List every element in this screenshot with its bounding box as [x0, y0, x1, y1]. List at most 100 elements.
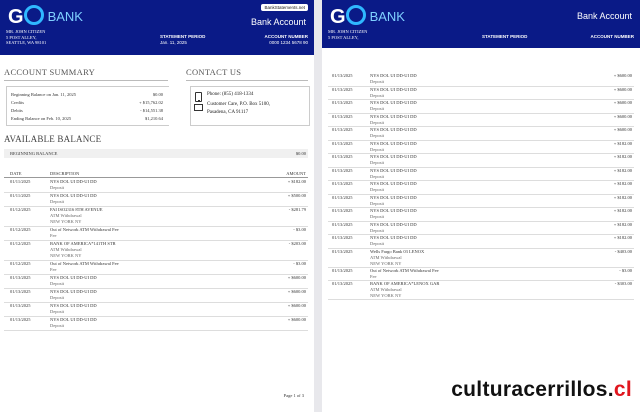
txn-description: NYS DOL UI DD-UI DD Deposit — [370, 113, 417, 125]
phone-icon — [195, 92, 202, 102]
txn-description: NYS DOL UI DD-UI DD Deposit — [50, 179, 97, 191]
contact-city: Pasadena, CA 91117 — [207, 110, 249, 115]
site-badge[interactable]: BankStatements.net — [261, 4, 308, 11]
page-gutter — [314, 0, 322, 412]
summary-row: Ending Balance on Feb. 10, 2025 $1,210.64 — [11, 116, 163, 121]
txn-date: 01/13/2025 — [332, 181, 353, 186]
txn-amount: - $403.00 — [614, 248, 632, 254]
txn-description: NYS DOL UI DD-UI DD Deposit — [50, 289, 97, 301]
txn-date: 01/13/2025 — [332, 248, 353, 254]
bank-header: G BANK Bank Account MR. JOHN CITIZEN 5 PO… — [322, 0, 640, 48]
txn-description: NYS DOL UI DD-UI DD Deposit — [370, 208, 417, 220]
txn-description: Out of Network ATM Withdrawal Fee Fee — [370, 267, 439, 279]
txn-date: 01/13/2025 — [10, 317, 31, 322]
txn-amount: + $600.00 — [287, 317, 306, 322]
col-description: DESCRIPTION — [50, 171, 80, 176]
table-row: 01/11/2025 NYS DOL UI DD-UI DD Deposit + $5… — [4, 193, 308, 207]
txn-date: 01/13/2025 — [332, 281, 353, 286]
txn-description: BANK OF AMERICA*LENOX GAR ATM Withdrawal N… — [370, 281, 440, 299]
table-row: 01/13/2025 NYS DOL UI DD-UI DD Deposit + $6… — [328, 113, 634, 127]
page-number: Page 1 of 3 — [283, 393, 304, 398]
watermark: culturacerrillos.cl — [451, 378, 632, 401]
txn-date: 01/13/2025 — [332, 73, 353, 78]
txn-amount: - $281.79 — [288, 207, 306, 212]
txn-amount: + $600.00 — [287, 275, 306, 280]
txn-date: 01/13/2025 — [332, 86, 353, 92]
txn-description: Wells Fargo Bank 03 LENOX ATM Withdrawal N… — [370, 248, 425, 266]
statement-page-1: G BANK BankStatements.net Bank Account MR… — [0, 0, 314, 412]
txn-amount: + $500.00 — [287, 193, 306, 198]
table-row: 01/13/2025 NYS DOL UI DD-UI DD Deposit + $6… — [4, 275, 308, 289]
txn-date: 01/13/2025 — [332, 235, 353, 240]
summary-row: Debits - $14,551.38 — [11, 108, 163, 113]
txn-amount: - $3.00 — [293, 261, 306, 266]
contact-care: Customer Care, P.O. Box 5100, — [207, 102, 271, 107]
customer-address: MR. JOHN CITIZEN 5 POST ALLEY, SEATTLE, … — [6, 29, 47, 45]
txn-description: NYS DOL UI DD-UI DD Deposit — [50, 317, 97, 329]
txn-date: 01/12/2025 — [10, 207, 31, 212]
doc-title: Bank Account — [576, 11, 632, 21]
contact-phone: Phone: (855) 418-1334 — [207, 92, 254, 97]
account-number: ACCOUNT NUMBER — [590, 34, 635, 39]
txn-amount: + $600.00 — [287, 303, 306, 308]
txn-description: Out of Network ATM Withdrawal Fee Fee — [50, 227, 119, 239]
txn-description: BANK OF AMERICA*141TH STR ATM Withdrawal N… — [50, 241, 116, 259]
table-row: 01/13/2025 NYS DOL UI DD-UI DD Deposit + $6… — [328, 86, 634, 100]
txn-date: 01/13/2025 — [10, 275, 31, 280]
contact-heading: CONTACT US — [186, 67, 242, 77]
beginning-balance-row: BEGINNING BALANCE $0.00 — [4, 149, 308, 158]
txn-description: NYS DOL UI DD-UI DD Deposit — [370, 127, 417, 139]
table-row: 01/13/2025 NYS DOL UI DD-UI DD Deposit + $1… — [328, 140, 634, 154]
table-row: 01/12/2025 Out of Network ATM Withdrawal … — [4, 227, 308, 241]
txn-amount: - $303.00 — [614, 281, 632, 286]
txn-amount: + $182.00 — [613, 221, 632, 227]
txn-description: Out of Network ATM Withdrawal Fee Fee — [50, 261, 119, 273]
table-row: 01/12/2025 FAI ISO2316 8TH AVENUE ATM With… — [4, 207, 308, 227]
table-row: 01/13/2025 NYS DOL UI DD-UI DD Deposit + $1… — [328, 235, 634, 249]
txn-amount: + $182.00 — [613, 235, 632, 240]
txn-amount: + $182.00 — [613, 167, 632, 173]
table-row: 01/13/2025 NYS DOL UI DD-UI DD Deposit + $1… — [328, 167, 634, 181]
txn-amount: - $3.00 — [619, 267, 632, 273]
statement-period: STATEMENT PERIOD — [482, 34, 528, 39]
txn-date: 01/12/2025 — [10, 261, 31, 266]
txn-date: 01/13/2025 — [10, 289, 31, 294]
txn-date: 01/13/2025 — [332, 154, 353, 159]
account-number: ACCOUNT NUMBER 0000 1234 5678 90 — [264, 34, 309, 45]
txn-description: FAI ISO2316 8TH AVENUE ATM Withdrawal NEW … — [50, 207, 103, 225]
available-balance-heading: AVAILABLE BALANCE — [4, 134, 102, 144]
table-row: 01/13/2025 NYS DOL UI DD-UI DD Deposit + $6… — [328, 73, 634, 87]
contact-rule — [186, 80, 308, 81]
txn-date: 01/13/2025 — [332, 100, 353, 105]
col-amount: AMOUNT — [286, 171, 306, 176]
txn-date: 01/13/2025 — [332, 127, 353, 132]
txn-description: NYS DOL UI DD-UI DD Deposit — [50, 275, 97, 287]
table-row: 01/12/2025 BANK OF AMERICA*141TH STR ATM W… — [4, 241, 308, 261]
txn-description: NYS DOL UI DD-UI DD Deposit — [370, 235, 417, 247]
txn-date: 01/13/2025 — [332, 221, 353, 227]
statement-period: STATEMENT PERIOD Jan. 11, 2025 — [160, 34, 206, 45]
txn-description: NYS DOL UI DD-UI DD Deposit — [370, 100, 417, 112]
txn-amount: + $182.00 — [287, 179, 306, 184]
contact-box: Phone: (855) 418-1334 Customer Care, P.O… — [190, 86, 310, 126]
txn-amount: + $600.00 — [287, 289, 306, 294]
txn-date: 01/13/2025 — [332, 194, 353, 200]
table-row: 01/13/2025 Out of Network ATM Withdrawal … — [328, 267, 634, 281]
summary-row: Credits + $15,762.02 — [11, 100, 163, 105]
bank-logo: G BANK — [330, 5, 405, 28]
txn-date: 01/13/2025 — [332, 267, 353, 273]
table-row: 01/13/2025 NYS DOL UI DD-UI DD Deposit + $1… — [328, 221, 634, 235]
bank-logo: G BANK — [8, 5, 83, 28]
txn-description: NYS DOL UI DD-UI DD Deposit — [370, 154, 417, 166]
txn-date: 01/12/2025 — [10, 227, 31, 232]
txn-date: 01/12/2025 — [10, 241, 31, 246]
table-row: 01/13/2025 NYS DOL UI DD-UI DD Deposit + $1… — [328, 208, 634, 222]
txn-date: 01/13/2025 — [332, 113, 353, 119]
txn-amount: - $3.00 — [293, 227, 306, 232]
summary-rule — [4, 80, 168, 81]
txn-description: NYS DOL UI DD-UI DD Deposit — [370, 181, 417, 193]
txn-description: NYS DOL UI DD-UI DD Deposit — [370, 140, 417, 152]
table-row: 01/13/2025 BANK OF AMERICA*LENOX GAR ATM W… — [328, 281, 634, 300]
table-row: 01/13/2025 NYS DOL UI DD-UI DD Deposit + $6… — [328, 127, 634, 141]
bank-header: G BANK BankStatements.net Bank Account MR… — [0, 0, 314, 55]
